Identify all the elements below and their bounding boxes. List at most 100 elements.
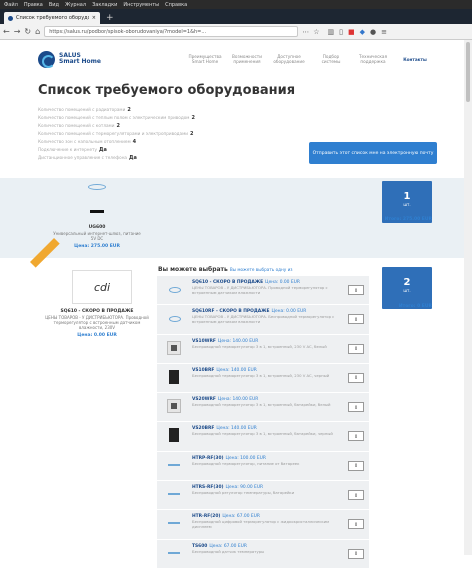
param-row: Количество помещений с теплым полом с эл… [38, 114, 288, 122]
product-desc: Универсальный интернет-шлюз, питание 5V … [53, 231, 141, 241]
param-value: 2 [190, 131, 194, 137]
param-row: Подключение к интернету Да [38, 146, 288, 154]
list-item: SQ610RF - СКОРО В ПРОДАЖЕ Цена: 0.00 EUR Ц… [157, 305, 369, 335]
send-list-button[interactable]: Отправить этот список мне на электронную… [309, 142, 437, 164]
radiator-head-icon [167, 458, 181, 472]
promo-product-total: Итого: 0 EUR [398, 304, 432, 309]
page-title: Список требуемого оборудования [38, 83, 296, 98]
item-desc: ЦЕНЫ ТОВАРОВ - У ДИСТРИБЬЮТОРА. Проводно… [192, 285, 328, 295]
thermostat-disc-icon [167, 282, 181, 296]
browser-tabbar: Список требуемого оборудо... × + [0, 9, 472, 24]
salus-logo-icon [38, 50, 55, 68]
back-icon[interactable]: ← [3, 27, 10, 36]
qty-number: 2 [403, 277, 411, 288]
item-qty-input[interactable]: 0 [348, 431, 364, 442]
param-row: Количество помещений с терморегуляторами… [38, 130, 288, 138]
list-item: VS20WRF Цена: 140.00 EUR Беспроводной терм… [157, 393, 369, 423]
item-qty-input[interactable]: 0 [348, 314, 364, 325]
nav-support[interactable]: Техническая поддержка [356, 54, 390, 64]
extension-red-icon[interactable]: ■ [348, 28, 355, 36]
main-product-card: UG600 Универсальный интернет-шлюз, питан… [52, 184, 142, 249]
choose-hint: Вы можете выбрать одну из [229, 267, 293, 272]
param-row: Количество помещений с радиаторами 2 [38, 106, 288, 114]
menu-help[interactable]: Справка [165, 2, 187, 8]
item-qty-input[interactable]: 0 [348, 460, 364, 471]
new-tab-button[interactable]: + [106, 12, 114, 24]
page-scrollbar[interactable] [464, 40, 472, 555]
gateway-cable-icon [90, 210, 104, 213]
item-desc: Беспроводной терморегулятор 3 в 1, встро… [192, 372, 330, 378]
menu-hamburger-icon[interactable]: ≡ [381, 28, 387, 36]
wall-thermostat-icon [167, 340, 181, 355]
menu-bookmarks[interactable]: Закладки [92, 2, 117, 8]
list-item: HTR-RF(20) Цена: 67.00 EUR Беспроводной ци… [157, 510, 369, 540]
item-qty-input[interactable]: 0 [348, 402, 364, 413]
reload-icon[interactable]: ↻ [24, 27, 31, 36]
param-label: Количество помещений с радиаторами [38, 107, 126, 112]
item-desc: Беспроводной терморегулятор 3 в 1, встро… [192, 431, 333, 437]
menu-history[interactable]: Журнал [65, 2, 86, 8]
item-qty-input[interactable]: 0 [348, 519, 364, 530]
product-price: Цена: 0.00 EUR [77, 333, 117, 338]
forward-icon[interactable]: → [14, 27, 21, 36]
radiator-head-icon [167, 516, 181, 530]
list-item: VS20BRF Цена: 140.00 EUR Беспроводной терм… [157, 422, 369, 452]
nav-applications[interactable]: Возможности применения [230, 54, 264, 64]
item-desc: Беспроводной цифровой терморегулятор с ж… [192, 519, 330, 529]
param-label: Количество зон с напольным отоплением [38, 139, 131, 144]
list-item: HTRP-RF(30) Цена: 100.00 EUR Беспроводной … [157, 451, 369, 482]
item-name: TS600 [192, 543, 208, 549]
logo-sub: Smart Home [59, 58, 102, 65]
tab-close-icon[interactable]: × [92, 15, 96, 21]
item-name: VS10WRF [192, 338, 216, 344]
scrollbar-thumb[interactable] [466, 42, 470, 102]
item-qty-input[interactable]: 0 [348, 285, 364, 295]
sidebar-icon[interactable]: ▯ [339, 28, 343, 36]
item-qty-input[interactable]: 0 [348, 490, 364, 501]
param-label: Количество помещений с терморегуляторами… [38, 131, 189, 136]
list-item: VS10BRF Цена: 140.00 EUR Беспроводной терм… [157, 363, 369, 394]
main-product-total: Итого: 275.00 EUR [384, 217, 432, 222]
radiator-head-icon [167, 487, 181, 501]
qty-number: 1 [403, 191, 411, 202]
menu-view[interactable]: Вид [49, 2, 59, 8]
nav-equipment[interactable]: Доступное оборудование [272, 54, 306, 64]
browser-tab[interactable]: Список требуемого оборудо... × [4, 12, 100, 24]
promo-product-card: SQ610 - СКОРО В ПРОДАЖЕ ЦЕНЫ ТОВАРОВ - У… [44, 309, 150, 338]
account-icon[interactable]: ● [370, 28, 376, 36]
list-item: SQ610 - СКОРО В ПРОДАЖЕ Цена: 0.00 EUR ЦЕН… [157, 276, 369, 306]
nav-system-selection[interactable]: Подбор системы [314, 54, 348, 64]
menu-tools[interactable]: Инструменты [123, 2, 159, 8]
param-row: Количество зон с напольным отоплением 4 [38, 138, 288, 146]
nav-advantages[interactable]: Преимущества Smart Home [188, 54, 222, 64]
item-qty-input[interactable]: 0 [348, 548, 364, 559]
item-desc: Беспроводной терморегулятор 3 в 1, встро… [192, 402, 331, 408]
promo-product-qty[interactable]: 2 шт. [382, 267, 432, 309]
bookmark-star-icon[interactable]: ☆ [313, 28, 319, 36]
param-row: Дистанционное управление с телефона Да [38, 154, 288, 162]
param-value: 2 [191, 115, 195, 121]
options-list: SQ610 - СКОРО В ПРОДАЖЕ Цена: 0.00 EUR ЦЕН… [157, 276, 369, 569]
item-qty-input[interactable]: 0 [348, 343, 364, 354]
black-thermostat-icon [169, 428, 179, 443]
extension-blue-icon[interactable]: ◆ [360, 28, 365, 36]
address-bar[interactable]: https://salus.ru/podbor/spisok-oborudova… [44, 26, 299, 37]
param-value: 2 [116, 123, 120, 129]
gateway-device-icon [88, 184, 106, 190]
param-row: Количество помещений с котлами 2 [38, 122, 288, 130]
item-qty-input[interactable]: 0 [348, 372, 364, 383]
home-icon[interactable]: ⌂ [35, 27, 40, 36]
page-actions-icon[interactable]: ⋯ [302, 28, 309, 36]
browser-navbar: ← → ↻ ⌂ https://salus.ru/podbor/spisok-o… [0, 24, 472, 40]
menu-edit[interactable]: Правка [24, 2, 43, 8]
list-item: TS600 Цена: 67.00 EUR Беспроводной датчик … [157, 539, 369, 569]
qty-unit: шт. [403, 202, 411, 207]
nav-contacts[interactable]: Контакты [398, 57, 432, 62]
item-price: Цена: 67.00 EUR [209, 543, 247, 549]
page-favicon-icon [8, 15, 13, 21]
url-text: https://salus.ru/podbor/spisok-oborudova… [49, 28, 207, 35]
logo-text: SALUS Smart Home [59, 53, 101, 65]
library-icon[interactable]: ▥ [327, 28, 334, 36]
salus-logo[interactable]: SALUS Smart Home [38, 50, 101, 68]
menu-file[interactable]: Файл [4, 2, 18, 8]
